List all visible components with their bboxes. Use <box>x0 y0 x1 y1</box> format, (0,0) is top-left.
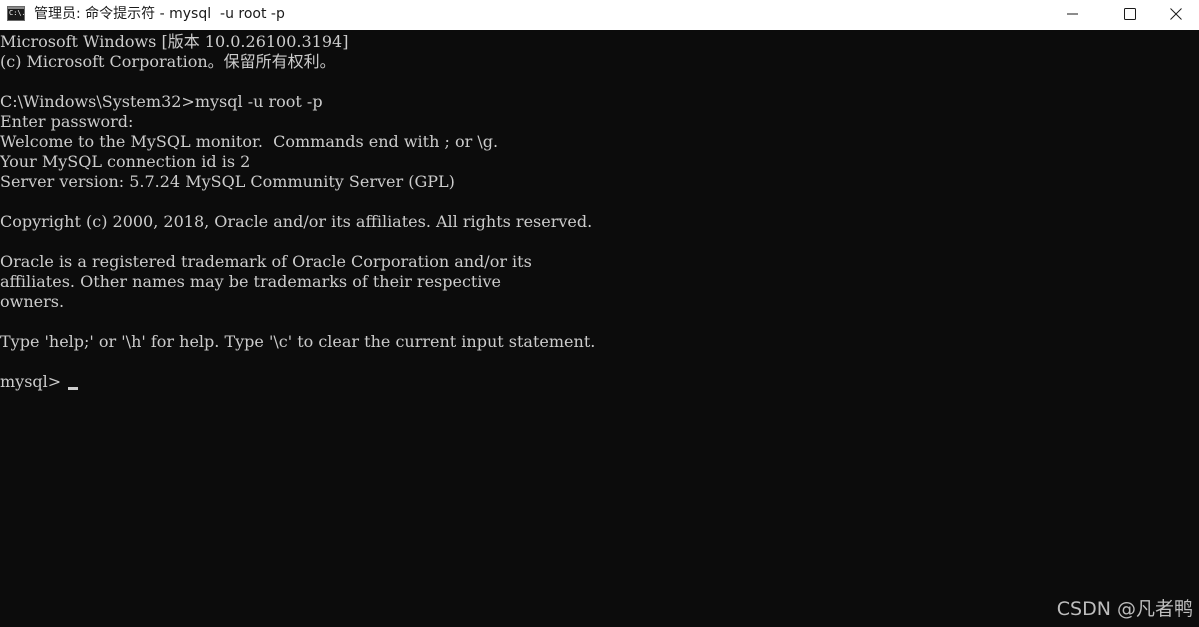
console-line: affiliates. Other names may be trademark… <box>0 272 501 291</box>
title-bar[interactable]: C:\. 管理员: 命令提示符 - mysql -u root -p <box>0 0 1199 30</box>
command-prompt-window: C:\. 管理员: 命令提示符 - mysql -u root -p Micro… <box>0 0 1199 627</box>
console-line: Your MySQL connection id is 2 <box>0 152 251 171</box>
console-line: C:\Windows\System32>mysql -u root -p <box>0 92 323 111</box>
csdn-watermark: CSDN @凡者鸭 <box>1056 598 1193 620</box>
console-line: (c) Microsoft Corporation。保留所有权利。 <box>0 52 336 71</box>
console-line: owners. <box>0 292 65 311</box>
mysql-prompt: mysql> <box>0 372 67 391</box>
console-line: Type 'help;' or '\h' for help. Type '\c'… <box>0 332 596 351</box>
console-line: Microsoft Windows [版本 10.0.26100.3194] <box>0 32 349 51</box>
console-line: Welcome to the MySQL monitor. Commands e… <box>0 132 499 151</box>
maximize-icon <box>1124 8 1136 20</box>
mysql-prompt-line[interactable]: mysql> <box>0 372 1199 392</box>
close-button[interactable] <box>1153 0 1199 30</box>
console-line: Copyright (c) 2000, 2018, Oracle and/or … <box>0 212 593 231</box>
maximize-button[interactable] <box>1107 0 1153 30</box>
window-title: 管理员: 命令提示符 - mysql -u root -p <box>34 6 285 22</box>
console-output[interactable]: Microsoft Windows [版本 10.0.26100.3194] (… <box>0 32 1199 627</box>
close-icon <box>1170 8 1182 20</box>
text-cursor <box>68 387 79 390</box>
console-line: Oracle is a registered trademark of Orac… <box>0 252 532 271</box>
minimize-button[interactable] <box>1050 0 1096 30</box>
console-line: Server version: 5.7.24 MySQL Community S… <box>0 172 455 191</box>
minimize-icon <box>1067 13 1078 15</box>
console-line: Enter password: <box>0 112 134 131</box>
cmd-app-icon[interactable]: C:\. <box>7 6 25 21</box>
